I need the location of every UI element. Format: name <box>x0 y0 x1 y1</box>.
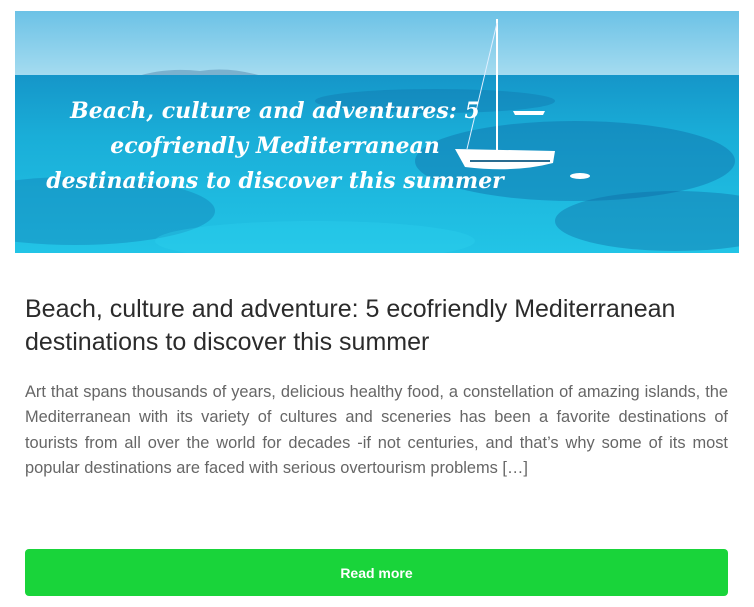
post-excerpt: Art that spans thousands of years, delic… <box>25 383 728 477</box>
hero-image-graphic: Beach, culture and adventures: 5 ecofrie… <box>15 11 739 253</box>
hero-image[interactable]: Beach, culture and adventures: 5 ecofrie… <box>15 11 739 253</box>
hero-caption-line-3: destinations to discover this summer <box>46 168 505 194</box>
hero-caption-line-1: Beach, culture and adventures: 5 <box>69 98 480 124</box>
post-title[interactable]: Beach, culture and adventure: 5 ecofrien… <box>25 293 725 359</box>
blog-post-card: Beach, culture and adventures: 5 ecofrie… <box>0 0 754 607</box>
read-more-button[interactable]: Read more <box>25 549 728 596</box>
hero-caption-line-2: ecofriendly Mediterranean <box>110 133 440 159</box>
